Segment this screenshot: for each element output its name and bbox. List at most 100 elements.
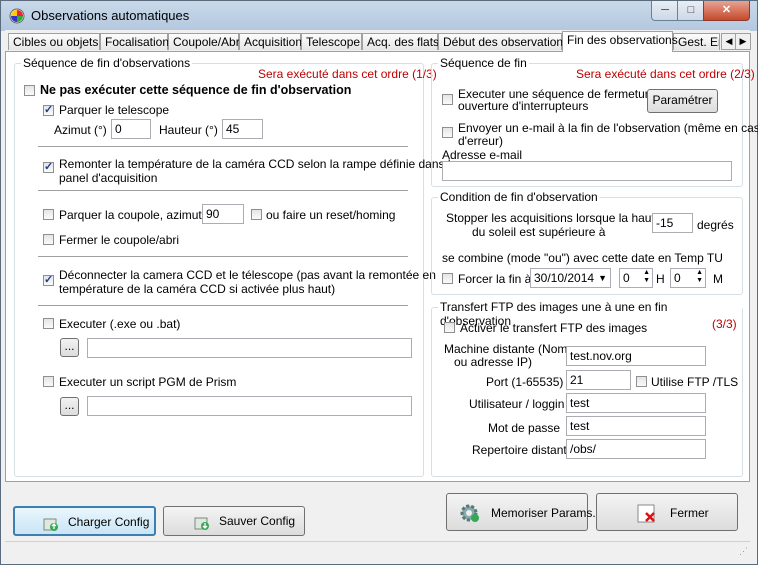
disconnect-checkbox[interactable] (43, 273, 54, 286)
port-label: Port (1-65535) (486, 375, 564, 389)
ftp-user-input[interactable]: test (566, 393, 706, 413)
load-config-icon (43, 518, 58, 531)
tab-focalisation[interactable]: Focalisation (100, 33, 169, 50)
raise-temp-label-line1: Remonter la température de la caméra CCD… (59, 157, 458, 171)
host-label-line1: Machine distante (Nom (444, 342, 568, 356)
load-config-button[interactable]: Charger Config (13, 506, 156, 536)
divider (38, 190, 408, 191)
spin-arrows-icon[interactable]: ▲ ▼ (696, 269, 703, 285)
ftp-activate-label: Activer le transfert FTP des images (460, 321, 648, 335)
tab-telescope[interactable]: Telescope (301, 33, 362, 50)
hauteur-label: Hauteur (°) : (159, 123, 225, 137)
sun-altitude-input[interactable]: -15 (652, 213, 693, 233)
resize-grip-icon[interactable]: ⋰ (739, 546, 748, 557)
memorize-params-label: Memoriser Params. (491, 506, 596, 520)
load-config-label: Charger Config (68, 515, 150, 529)
degrees-label: degrés (697, 218, 734, 232)
hour-stepper[interactable]: 0 ▲ ▼ (619, 268, 653, 288)
execute-pgm-path-input[interactable] (87, 396, 412, 416)
password-label: Mot de passe (488, 421, 561, 435)
tab-gest-erreurs[interactable]: Gest. Er (673, 33, 720, 50)
park-telescope-checkbox[interactable] (43, 103, 54, 116)
tab-strip: Cibles ou objets Focalisation Coupole/Ab… (5, 31, 751, 52)
host-label-line2: ou adresse IP) (454, 355, 533, 369)
status-bar: ⋰ (5, 541, 750, 559)
divider (38, 256, 408, 257)
azimut-label: Azimut (°) : (54, 123, 114, 137)
park-telescope-label: Parquer le telescope (59, 103, 170, 117)
ftp-password-input[interactable]: test (566, 416, 706, 436)
divider (38, 146, 408, 147)
minute-stepper[interactable]: 0 ▲ ▼ (670, 268, 706, 288)
spin-arrows-icon[interactable]: ▲ ▼ (643, 269, 650, 285)
tab-coupole[interactable]: Coupole/Abri (168, 33, 242, 50)
raise-temp-checkbox[interactable] (43, 160, 54, 173)
ftp-port-input[interactable]: 21 (566, 370, 631, 390)
ftp-tls-checkbox[interactable] (636, 376, 647, 387)
raise-temp-label-line2: panel d'acquisition (59, 171, 158, 185)
save-config-button[interactable]: Sauver Config (163, 506, 305, 536)
ftp-host-input[interactable]: test.nov.org (566, 346, 706, 366)
order-note-2: Sera exécuté dans cet ordre (2/3) (576, 67, 755, 81)
force-end-checkbox[interactable] (442, 273, 453, 284)
send-email-checkbox[interactable] (442, 127, 453, 138)
browse-exe-button[interactable]: ... (60, 338, 79, 357)
order-note-3: (3/3) (712, 317, 737, 331)
send-email-label-line1: Envoyer un e-mail à la fin de l'observat… (458, 121, 758, 135)
execute-exe-path-input[interactable] (87, 338, 412, 358)
right-seq-title: Séquence de fin (438, 56, 529, 70)
hauteur-input[interactable]: 45 (222, 119, 263, 139)
maximize-button[interactable]: □ (677, 1, 705, 21)
gear-icon (460, 504, 479, 522)
park-dome-checkbox[interactable] (43, 209, 54, 220)
chevron-down-icon[interactable]: ▼ (598, 271, 607, 285)
dome-azimut-input[interactable]: 90 (202, 204, 244, 224)
combine-label: se combine (mode "ou") avec cette date e… (442, 251, 723, 265)
close-dome-label: Fermer le coupole/abri (59, 233, 180, 247)
tab-cibles[interactable]: Cibles ou objets (8, 33, 100, 50)
tab-debut-observations[interactable]: Début des observations (438, 33, 569, 50)
disconnect-label-line1: Déconnecter la camera CCD et le télescop… (59, 268, 436, 282)
memorize-params-button[interactable]: Memoriser Params. (446, 493, 596, 531)
close-shutter-checkbox[interactable] (442, 94, 453, 105)
hour-unit: H (656, 272, 665, 286)
remote-dir-label: Repertoire distant (472, 443, 567, 457)
browse-pgm-button[interactable]: ... (60, 397, 79, 416)
email-input[interactable] (442, 161, 732, 181)
execute-exe-label: Executer (.exe ou .bat) (59, 317, 181, 331)
stop-label-line2: du soleil est supérieure à (472, 225, 606, 239)
close-window-button[interactable]: ✕ (703, 1, 750, 21)
tab-scroll-right-icon[interactable]: ▶ (735, 33, 751, 50)
minute-value: 0 (674, 271, 681, 285)
end-sequence-title: Séquence de fin d'observations (21, 56, 193, 70)
parametrer-button[interactable]: Paramétrer (647, 89, 718, 113)
azimut-input[interactable]: 0 (111, 119, 151, 139)
tab-flats[interactable]: Acq. des flats (362, 33, 439, 50)
fermer-button[interactable]: Fermer (596, 493, 738, 531)
close-dome-checkbox[interactable] (43, 234, 54, 245)
no-execute-checkbox[interactable] (24, 85, 35, 96)
no-execute-label: Ne pas exécuter cette séquence de fin d'… (40, 83, 352, 97)
end-date-value: 30/10/2014 (534, 271, 595, 285)
close-shutter-label-line2: ouverture d'interrupteurs (458, 99, 589, 113)
stop-label-line1: Stopper les acquisitions lorsque la haut… (446, 211, 673, 225)
end-condition-title: Condition de fin d'observation (438, 190, 600, 204)
ftp-activate-checkbox[interactable] (444, 322, 455, 333)
minimize-button[interactable]: ─ (651, 1, 679, 21)
end-date-picker[interactable]: 30/10/2014 ▼ (530, 268, 611, 288)
divider (38, 305, 408, 306)
ftp-remote-dir-input[interactable]: /obs/ (566, 439, 706, 459)
execute-exe-checkbox[interactable] (43, 318, 54, 329)
execute-pgm-label: Executer un script PGM de Prism (59, 375, 237, 389)
execute-pgm-checkbox[interactable] (43, 376, 54, 387)
disconnect-label-line2: température de la caméra CCD si activée … (59, 282, 336, 296)
tab-fin-observations[interactable]: Fin des observations (562, 31, 678, 52)
title-bar[interactable]: Observations automatiques ─ □ ✕ (1, 1, 757, 31)
reset-homing-checkbox[interactable] (251, 209, 262, 220)
ftp-tls-label: Utilise FTP /TLS (651, 375, 739, 389)
park-dome-label: Parquer la coupole, azimut (°) (59, 208, 218, 222)
tab-acquisition[interactable]: Acquisition (239, 33, 302, 50)
order-note-1: Sera exécuté dans cet ordre (1/3) (258, 67, 437, 81)
reset-homing-label: ou faire un reset/homing (266, 208, 396, 222)
send-email-label-line2: d'erreur) (458, 134, 503, 148)
